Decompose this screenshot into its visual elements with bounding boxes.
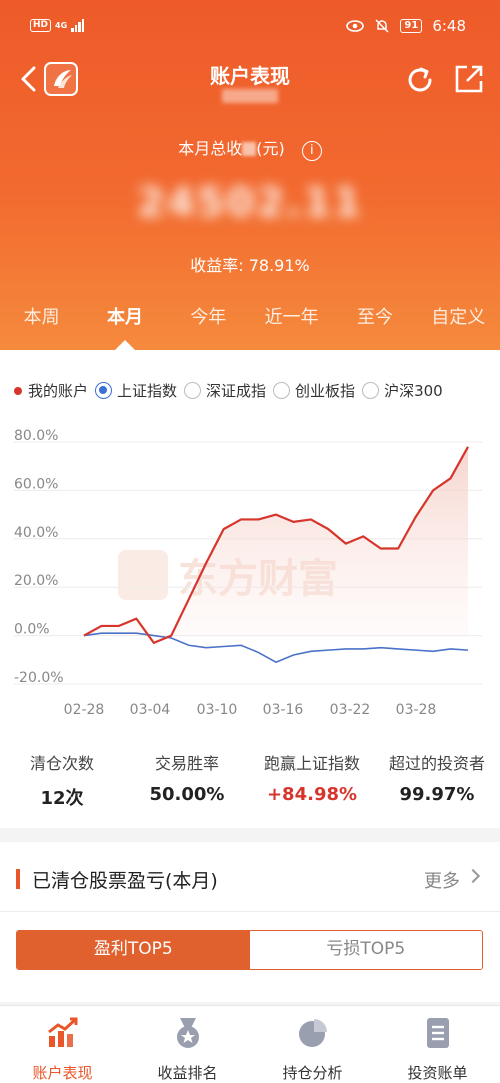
section-title: 已清仓股票盈亏(本月) (32, 870, 218, 892)
stat-beat-investors: 超过的投资者 99.97% (374, 750, 500, 810)
bottom-nav-ranking[interactable]: 收益排名 (125, 1006, 250, 1083)
stat-label: 超过的投资者 (388, 754, 485, 773)
radio-icon[interactable] (273, 382, 291, 399)
index-series-line (83, 632, 469, 664)
return-rate: 收益率: 78.91% (190, 256, 310, 275)
account-area-fill (84, 446, 468, 643)
total-income-value: 24502.11 (136, 180, 364, 226)
stat-value: 99.97% (399, 784, 475, 805)
x-tick-label: 02-28 (64, 702, 105, 718)
nav-bar: 账户表现 (0, 52, 500, 108)
bottom-nav-statement[interactable]: 投资账单 (375, 1006, 500, 1083)
top5-segmented-control: 盈利TOP5 亏损TOP5 (16, 930, 483, 970)
tab-year[interactable]: 今年 (167, 298, 250, 350)
section-accent-bar (16, 869, 20, 889)
tab-to-date[interactable]: 至今 (333, 298, 416, 350)
bottom-nav-label: 投资账单 (407, 1064, 468, 1082)
x-tick-label: 03-22 (330, 702, 371, 718)
legend-option-chinext[interactable]: 创业板指 (273, 380, 355, 401)
legend-option-label: 上证指数 (117, 382, 178, 400)
y-tick-label: 40.0% (14, 525, 58, 541)
signal-icon (71, 18, 85, 32)
stat-beat-index: 跑赢上证指数 +84.98% (250, 750, 374, 810)
stat-value: 50.00% (149, 784, 225, 805)
stat-label: 跑赢上证指数 (263, 754, 360, 773)
clock: 6:48 (432, 17, 466, 35)
performance-card: 我的账户 上证指数 深证成指 创业板指 沪深300 东方财富 (0, 350, 500, 828)
tab-custom[interactable]: 自定义 (417, 298, 500, 350)
y-tick-label: 80.0% (14, 428, 58, 444)
masked-char (242, 142, 257, 156)
status-right: 91 6:48 (346, 17, 466, 35)
cleared-stocks-section: 已清仓股票盈亏(本月) 更多 盈利TOP5 亏损TOP5 (0, 842, 500, 1002)
stat-win-rate: 交易胜率 50.00% (124, 750, 250, 810)
refresh-icon[interactable] (404, 64, 436, 96)
chevron-right-icon[interactable] (465, 868, 481, 884)
masked-account-name (222, 89, 278, 103)
section-header: 已清仓股票盈亏(本月) 更多 (0, 842, 500, 912)
total-label-prefix: 本月总收 (178, 139, 243, 158)
bottom-nav-holdings[interactable]: 持仓分析 (250, 1006, 375, 1083)
x-tick-label: 03-28 (396, 702, 437, 718)
stats-row: 清仓次数 12次 交易胜率 50.00% 跑赢上证指数 +84.98% 超过的投… (0, 750, 500, 810)
share-icon[interactable] (454, 64, 484, 94)
performance-chart: 东方财富 80.0%60.0%40.0%20.0%0.0%-20.0% 02-2… (14, 428, 482, 718)
mute-bell-icon (375, 19, 389, 33)
bottom-nav: 账户表现 收益排名 持仓分析 投资账单 (0, 1005, 500, 1083)
hd-badge: HD (30, 18, 52, 32)
medal-icon (176, 1018, 199, 1048)
eye-icon (346, 20, 365, 32)
legend-option-label: 深证成指 (206, 382, 267, 400)
legend-option-csi300[interactable]: 沪深300 (362, 380, 443, 401)
bottom-nav-label: 收益排名 (157, 1064, 218, 1082)
y-tick-label: 20.0% (14, 573, 58, 589)
info-icon[interactable]: i (301, 141, 322, 161)
more-link[interactable]: 更多 (424, 867, 460, 893)
legend-option-sse[interactable]: 上证指数 (95, 380, 177, 401)
x-tick-label: 03-10 (197, 702, 238, 718)
radio-icon[interactable] (184, 382, 202, 399)
legend-option-szse[interactable]: 深证成指 (184, 380, 266, 401)
legend-option-label: 创业板指 (295, 382, 356, 400)
legend-option-label: 沪深300 (384, 382, 443, 400)
radio-icon[interactable] (362, 382, 380, 399)
legend-my-account: 我的账户 (14, 380, 88, 401)
trend-chart-icon (47, 1017, 77, 1047)
stat-value: 12次 (40, 788, 84, 809)
stat-label: 清仓次数 (29, 754, 94, 773)
tab-last-year[interactable]: 近一年 (250, 298, 333, 350)
period-tabs: 本周 本月 今年 近一年 至今 自定义 (0, 298, 500, 350)
tab-week[interactable]: 本周 (0, 298, 83, 350)
profit-top5-button[interactable]: 盈利TOP5 (17, 931, 250, 969)
y-tick-label: 60.0% (14, 476, 58, 492)
x-tick-label: 03-04 (130, 702, 171, 718)
bottom-nav-label: 账户表现 (32, 1064, 93, 1082)
bottom-nav-label: 持仓分析 (282, 1064, 343, 1082)
chart-legend: 我的账户 上证指数 深证成指 创业板指 沪深300 (14, 380, 450, 401)
legend-my-account-label: 我的账户 (28, 382, 89, 400)
account-header: HD 4G 91 6:48 账户表现 本月总收 (元) i 24502.11 收… (0, 0, 500, 350)
y-tick-label: 0.0% (14, 622, 50, 638)
pie-chart-icon (298, 1019, 327, 1047)
radio-checked-icon[interactable] (95, 382, 113, 399)
status-bar: HD 4G 91 6:48 (0, 0, 500, 52)
stat-clearances: 清仓次数 12次 (0, 750, 124, 810)
y-tick-label: -20.0% (14, 670, 64, 686)
stat-label: 交易胜率 (154, 754, 219, 773)
stat-value: +84.98% (266, 784, 358, 805)
total-label-suffix: (元) (256, 139, 285, 158)
active-tab-indicator (115, 340, 135, 350)
document-icon (426, 1018, 449, 1048)
x-tick-label: 03-16 (263, 702, 304, 718)
total-income-label: 本月总收 (元) i (0, 135, 500, 161)
account-dot-icon (14, 386, 22, 395)
status-left: HD 4G (30, 18, 85, 32)
network-label: 4G (55, 20, 68, 30)
battery-icon: 91 (400, 19, 423, 33)
bottom-nav-performance[interactable]: 账户表现 (0, 1006, 125, 1083)
loss-top5-button[interactable]: 亏损TOP5 (249, 931, 482, 969)
